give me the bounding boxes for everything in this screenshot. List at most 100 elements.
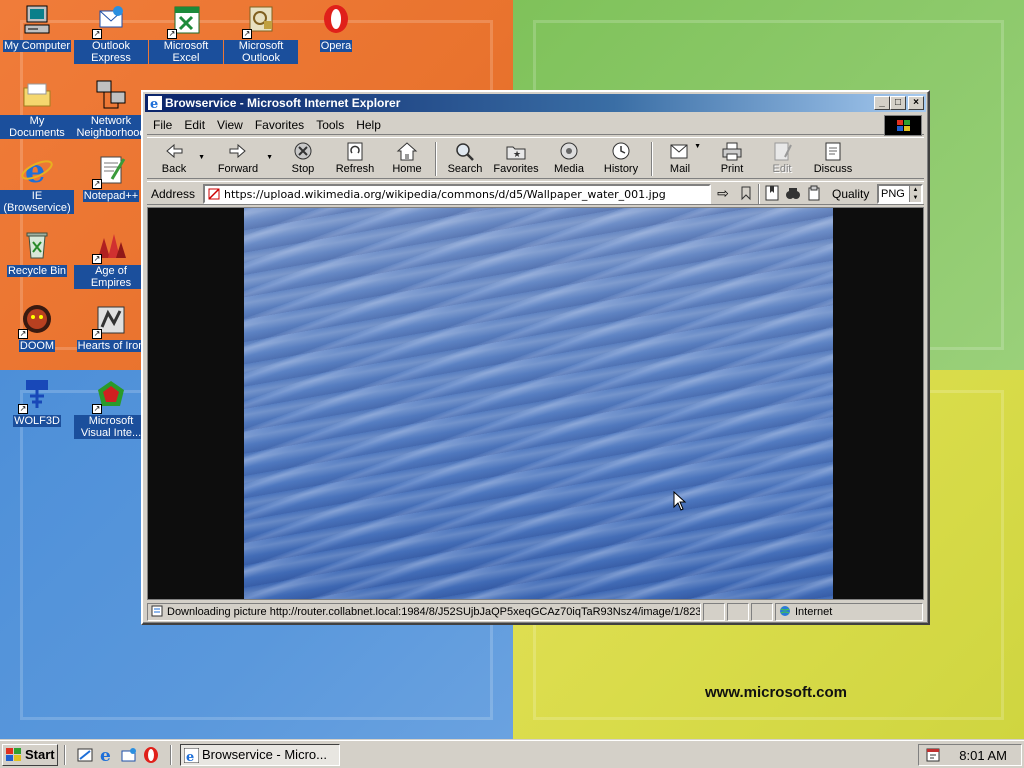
status-panel-empty [703, 603, 725, 621]
status-zone-panel: Internet [775, 603, 923, 621]
launch-opera-icon[interactable] [142, 746, 160, 764]
desktop-icon-network-neighborhood[interactable]: Network Neighborhood [74, 78, 148, 139]
hearts-of-iron-icon: ↗ [92, 303, 128, 339]
find-binoculars-icon[interactable] [785, 185, 801, 201]
quality-select[interactable]: PNG ▲ ▼ [877, 184, 923, 204]
globe-icon [780, 606, 790, 616]
desktop-icon-excel[interactable]: ↗ Microsoft Excel [149, 3, 223, 64]
quality-spinner[interactable]: ▲ ▼ [909, 186, 921, 202]
computer-icon [20, 3, 54, 37]
stop-button[interactable]: Stop [283, 140, 323, 178]
menu-favorites[interactable]: Favorites [249, 115, 310, 135]
desktop-icon-my-computer[interactable]: My Computer [0, 3, 74, 52]
taskbar: Start e e Browservice - Micro... 8:01 AM [0, 740, 1024, 768]
internet-explorer-icon: e [20, 152, 54, 190]
forward-button[interactable]: Forward ▼ [213, 140, 273, 178]
ie-small-icon: e [184, 748, 199, 763]
print-button[interactable]: Print [713, 140, 751, 178]
water-wallpaper-image [244, 208, 833, 599]
favorites-button[interactable]: ★ Favorites [491, 140, 541, 178]
desktop-icon-label: My Computer [2, 40, 72, 52]
menu-file[interactable]: File [147, 115, 178, 135]
mouse-cursor-icon [673, 491, 687, 511]
scheduler-icon[interactable] [925, 747, 941, 763]
edit-page-icon [771, 141, 793, 161]
desktop-icon-wolf3d[interactable]: ↗ WOLF3D [0, 378, 74, 427]
go-arrow-icon[interactable]: ⇨ [714, 185, 732, 203]
search-button[interactable]: Search [445, 140, 485, 178]
mail-dropdown-icon[interactable]: ▼ [694, 143, 701, 150]
launch-ie-icon[interactable]: e [98, 746, 116, 764]
standard-toolbar: Back ▼ Forward ▼ Stop Refresh Home Searc… [147, 137, 924, 179]
desktop-icon-age-of-empires[interactable]: ↗ Age of Empires [74, 228, 148, 289]
forward-dropdown-icon[interactable]: ▼ [266, 154, 273, 161]
home-icon [396, 141, 418, 161]
desktop-icon-ie-browservice[interactable]: e IE (Browservice) [0, 152, 74, 214]
launch-outlook-express-icon[interactable] [120, 746, 138, 764]
back-dropdown-icon[interactable]: ▼ [198, 154, 205, 161]
status-panel-empty [751, 603, 773, 621]
address-separator [758, 184, 760, 204]
close-button[interactable]: × [908, 96, 924, 110]
ie-small-icon: e [148, 96, 162, 112]
svg-text:e: e [25, 153, 45, 187]
desktop-icon-notepadpp[interactable]: ↗ Notepad++ [74, 153, 148, 202]
clock[interactable]: 8:01 AM [959, 748, 1007, 763]
quality-value: PNG [881, 188, 905, 200]
menu-tools[interactable]: Tools [310, 115, 350, 135]
printer-icon [721, 141, 743, 161]
notepad-icon: ↗ [92, 153, 128, 189]
refresh-button[interactable]: Refresh [333, 140, 377, 178]
stop-icon [292, 141, 314, 161]
taskbar-separator [64, 745, 66, 765]
desktop-icon-outlook[interactable]: ↗ Microsoft Outlook [224, 3, 298, 64]
status-text-panel: Downloading picture http://router.collab… [147, 603, 701, 621]
window-titlebar[interactable]: e Browservice - Microsoft Internet Explo… [145, 94, 926, 112]
maximize-button[interactable]: □ [890, 96, 906, 110]
menu-view[interactable]: View [211, 115, 249, 135]
windows-flag-icon [897, 120, 910, 131]
quality-label: Quality [832, 187, 870, 201]
desktop-icon-outlook-express[interactable]: ↗ Outlook Express [74, 3, 148, 64]
desktop-icon-label: My Documents [0, 115, 74, 139]
taskbar-window-button[interactable]: e Browservice - Micro... [180, 744, 340, 766]
taskbar-separator [170, 745, 172, 765]
desktop-icon-label: WOLF3D [13, 415, 61, 427]
mail-button[interactable]: Mail ▼ [661, 140, 701, 178]
show-desktop-icon[interactable] [76, 746, 94, 764]
broken-page-icon [208, 188, 220, 200]
svg-text:e: e [186, 750, 194, 763]
window-controls: _ □ × [874, 96, 924, 110]
address-url: https://upload.wikimedia.org/wikipedia/c… [224, 188, 666, 201]
outlook-express-icon: ↗ [92, 3, 128, 39]
desktop-icon-doom[interactable]: ↗ DOOM [0, 303, 74, 352]
desktop-icon-visual-interdev[interactable]: ↗ Microsoft Visual Inte... [74, 378, 148, 439]
menu-edit[interactable]: Edit [178, 115, 211, 135]
page-content[interactable] [147, 207, 924, 600]
minimize-button[interactable]: _ [874, 96, 890, 110]
desktop-icon-label: Microsoft Excel [149, 40, 223, 64]
doom-icon: ↗ [18, 303, 54, 339]
clipboard-icon[interactable] [806, 185, 822, 201]
back-button[interactable]: Back ▼ [153, 140, 205, 178]
system-tray: 8:01 AM [918, 744, 1022, 766]
desktop-icon-my-documents[interactable]: My Documents [0, 78, 74, 139]
media-button[interactable]: Media [549, 140, 589, 178]
start-button[interactable]: Start [2, 744, 58, 766]
home-button[interactable]: Home [387, 140, 427, 178]
address-input[interactable]: https://upload.wikimedia.org/wikipedia/c… [203, 184, 711, 204]
desktop-icon-recycle-bin[interactable]: Recycle Bin [0, 228, 74, 277]
edit-button[interactable]: Edit [765, 140, 799, 178]
desktop-icon-label: Hearts of Iron [76, 340, 146, 352]
page-bookmark-icon[interactable] [764, 185, 780, 201]
history-button[interactable]: History [599, 140, 643, 178]
bookmark-icon[interactable] [738, 185, 754, 201]
menu-help[interactable]: Help [350, 115, 387, 135]
discuss-button[interactable]: Discuss [811, 140, 855, 178]
status-panel-empty [727, 603, 749, 621]
desktop-icon-hearts-of-iron[interactable]: ↗ Hearts of Iron [74, 303, 148, 352]
refresh-icon [344, 141, 366, 161]
favorites-folder-icon: ★ [505, 141, 527, 161]
desktop-icon-label: Outlook Express [74, 40, 148, 64]
desktop-icon-opera[interactable]: Opera [299, 3, 373, 52]
